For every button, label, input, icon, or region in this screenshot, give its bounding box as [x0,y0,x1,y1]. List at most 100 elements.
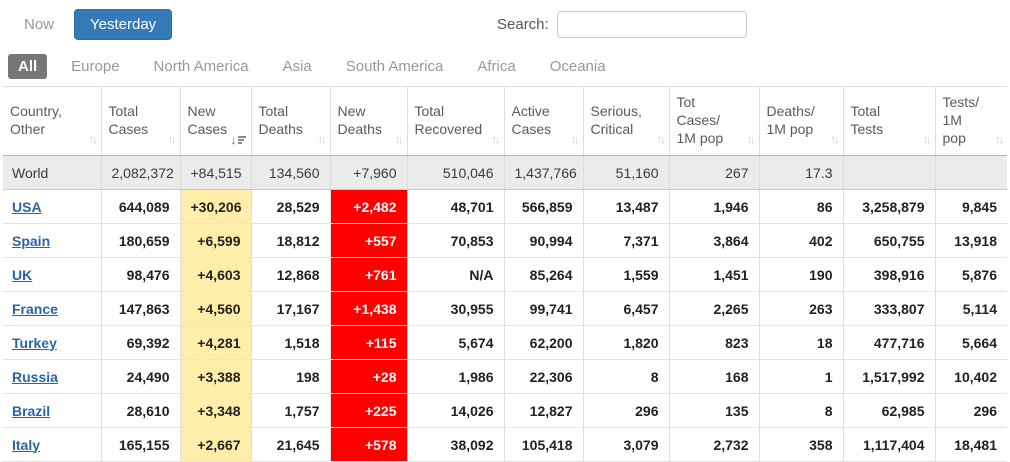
country-cell: Italy [3,428,101,462]
yesterday-button[interactable]: Yesterday [74,9,172,40]
sort-desc-icon[interactable] [231,135,246,145]
deaths-per-1m-cell: 17.3 [759,156,843,190]
now-button[interactable]: Now [12,10,66,39]
total-recovered-cell: 70,853 [407,224,504,258]
sort-both-icon[interactable] [747,133,754,145]
col-header-tests-per-1m[interactable]: Tests/ 1M pop [935,87,1007,156]
serious-critical-cell: 3,079 [583,428,669,462]
tests-per-1m-cell: 9,845 [935,190,1007,224]
sort-both-icon[interactable] [492,133,499,145]
country-link[interactable]: Italy [12,437,40,453]
deaths-per-1m-cell: 263 [759,292,843,326]
sort-both-icon[interactable] [657,133,664,145]
new-cases-cell: +4,560 [180,292,251,326]
country-cell: Spain [3,224,101,258]
country-cell: UK [3,258,101,292]
col-label: Active Cases [512,102,577,138]
deaths-per-1m-cell: 358 [759,428,843,462]
active-cases-cell: 22,306 [504,360,583,394]
serious-critical-cell: 13,487 [583,190,669,224]
col-label: Tests/ 1M pop [943,93,1002,147]
serious-critical-cell: 6,457 [583,292,669,326]
tests-per-1m-cell: 5,114 [935,292,1007,326]
table-row: Brazil 28,610 +3,348 1,757 +225 14,026 1… [3,394,1007,428]
col-header-new-deaths[interactable]: New Deaths [330,87,407,156]
total-recovered-cell: 38,092 [407,428,504,462]
table-row: UK 98,476 +4,603 12,868 +761 N/A 85,264 … [3,258,1007,292]
serious-critical-cell: 8 [583,360,669,394]
active-cases-cell: 62,200 [504,326,583,360]
sort-both-icon[interactable] [395,133,402,145]
new-cases-cell: +6,599 [180,224,251,258]
active-cases-cell: 90,994 [504,224,583,258]
col-header-total-cases[interactable]: Total Cases [101,87,180,156]
new-deaths-cell: +578 [330,428,407,462]
total-deaths-cell: 1,757 [251,394,330,428]
total-cases-cell: 147,863 [101,292,180,326]
total-tests-cell: 477,716 [843,326,935,360]
tab-africa[interactable]: Africa [467,54,525,79]
serious-critical-cell: 1,559 [583,258,669,292]
total-recovered-cell: 5,674 [407,326,504,360]
col-label: New Deaths [338,102,401,138]
tab-south-america[interactable]: South America [336,54,454,79]
sort-both-icon[interactable] [995,133,1002,145]
tab-oceania[interactable]: Oceania [540,54,616,79]
active-cases-cell: 566,859 [504,190,583,224]
total-deaths-cell: 21,645 [251,428,330,462]
col-header-cases-per-1m[interactable]: Tot Cases/ 1M pop [669,87,759,156]
col-header-new-cases[interactable]: New Cases [180,87,251,156]
col-header-active-cases[interactable]: Active Cases [504,87,583,156]
country-link[interactable]: Brazil [12,403,50,419]
tab-north-america[interactable]: North America [144,54,259,79]
col-header-total-recovered[interactable]: Total Recovered [407,87,504,156]
table-row: Turkey 69,392 +4,281 1,518 +115 5,674 62… [3,326,1007,360]
country-link[interactable]: Turkey [12,335,57,351]
country-link[interactable]: Russia [12,369,58,385]
total-cases-cell: 180,659 [101,224,180,258]
total-deaths-cell: 198 [251,360,330,394]
col-header-total-deaths[interactable]: Total Deaths [251,87,330,156]
total-recovered-cell: 30,955 [407,292,504,326]
sort-both-icon[interactable] [831,133,838,145]
country-link[interactable]: UK [12,267,32,283]
sort-both-icon[interactable] [318,133,325,145]
tab-asia[interactable]: Asia [273,54,322,79]
tab-europe[interactable]: Europe [61,54,129,79]
region-tabs: All Europe North America Asia South Amer… [0,48,1010,84]
total-recovered-cell: 1,986 [407,360,504,394]
sort-both-icon[interactable] [168,133,175,145]
country-cell: France [3,292,101,326]
sort-both-icon[interactable] [571,133,578,145]
country-cell: Brazil [3,394,101,428]
col-header-serious-critical[interactable]: Serious, Critical [583,87,669,156]
serious-critical-cell: 296 [583,394,669,428]
serious-critical-cell: 51,160 [583,156,669,190]
total-cases-cell: 2,082,372 [101,156,180,190]
sort-both-icon[interactable] [923,133,930,145]
sort-bars [238,136,246,144]
total-tests-cell: 398,916 [843,258,935,292]
country-link[interactable]: France [12,301,58,317]
sort-both-icon[interactable] [89,133,96,145]
new-cases-cell: +3,388 [180,360,251,394]
col-header-deaths-per-1m[interactable]: Deaths/ 1M pop [759,87,843,156]
total-cases-cell: 24,490 [101,360,180,394]
search-input[interactable] [557,11,747,38]
country-link[interactable]: USA [12,199,42,215]
active-cases-cell: 85,264 [504,258,583,292]
tab-all[interactable]: All [8,54,47,79]
total-recovered-cell: 510,046 [407,156,504,190]
world-row: World 2,082,372 +84,515 134,560 +7,960 5… [3,156,1007,190]
total-tests-cell: 1,117,404 [843,428,935,462]
cases-per-1m-cell: 168 [669,360,759,394]
col-header-total-tests[interactable]: Total Tests [843,87,935,156]
new-deaths-cell: +28 [330,360,407,394]
tests-per-1m-cell [935,156,1007,190]
new-cases-cell: +3,348 [180,394,251,428]
col-header-country[interactable]: Country, Other [3,87,101,156]
new-cases-cell: +30,206 [180,190,251,224]
cases-per-1m-cell: 2,732 [669,428,759,462]
country-link[interactable]: Spain [12,233,50,249]
table-row: USA 644,089 +30,206 28,529 +2,482 48,701… [3,190,1007,224]
